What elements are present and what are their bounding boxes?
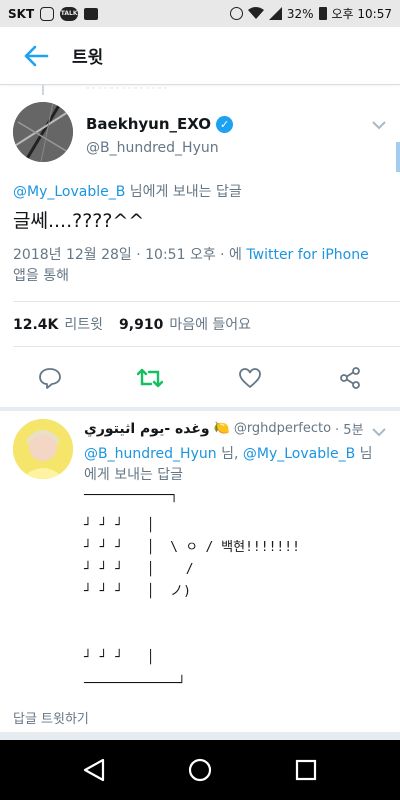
page-title: 트윗 <box>72 48 104 68</box>
reply-user-handle[interactable]: @rghdperfecto <box>234 421 331 436</box>
back-button[interactable] <box>0 27 72 85</box>
ascii-line: ┘ ┘ ┘ │ <box>84 518 155 533</box>
tweet-date: 2018년 12월 28일 · 10:51 오후 · 에 <box>13 247 247 263</box>
circle-home-icon <box>188 758 212 782</box>
nav-home-button[interactable] <box>186 756 214 784</box>
user-handle[interactable]: @B_hundred_Hyun <box>86 140 219 156</box>
battery-icon <box>318 7 327 20</box>
reply-user-name[interactable]: وغده -يوم اثيتوري <box>84 421 210 437</box>
reply-to-link-1[interactable]: @B_hundred_Hyun <box>84 446 217 462</box>
kakaotalk-icon: TALK <box>60 6 79 21</box>
status-bar: SKT TALK 32% 오후 10:57 <box>0 0 400 27</box>
user-name[interactable]: Baekhyun_EXO ✓ <box>86 115 234 133</box>
chevron-down-icon <box>372 121 386 130</box>
reply-to-sep: 님, <box>216 446 243 462</box>
reply-to-tweet-link[interactable]: 답글 트윗하기 <box>13 708 89 727</box>
battery-percent: 32% <box>286 6 314 21</box>
retweet-count[interactable]: 12.4K <box>13 317 58 333</box>
ascii-line: ───────────┐ <box>84 488 178 503</box>
retweet-button[interactable] <box>132 360 168 396</box>
divider <box>13 301 400 302</box>
ascii-line: ────────────┘ <box>84 676 186 691</box>
tweet-text: 글쎄....????^^ <box>13 210 145 232</box>
wifi-icon <box>247 7 264 19</box>
like-label[interactable]: 마음에 들어요 <box>169 314 251 334</box>
chevron-down-icon <box>372 428 386 437</box>
reply-button[interactable] <box>32 360 68 396</box>
section-separator <box>0 407 400 411</box>
avatar[interactable] <box>13 102 73 162</box>
section-separator <box>0 732 400 740</box>
system-nav-bar <box>0 740 400 800</box>
thread-connector <box>42 85 170 95</box>
verified-icon: ✓ <box>216 115 234 133</box>
share-button[interactable] <box>332 360 368 396</box>
like-count[interactable]: 9,910 <box>119 317 163 333</box>
reply-header: وغده -يوم اثيتوري 🍋 @rghdperfecto · 5분 <box>84 419 364 439</box>
more-options-button[interactable] <box>372 115 386 134</box>
triangle-back-icon <box>83 758 105 782</box>
reply-icon <box>39 368 61 389</box>
reply-avatar[interactable] <box>13 419 73 479</box>
gallery-icon <box>84 7 99 20</box>
ascii-line: ┘ ┘ ┘ │ \ ㅇ / 백현!!!!!!! <box>84 540 300 555</box>
share-icon <box>340 367 360 389</box>
ascii-line: ┘ ┘ ┘ │ / <box>84 562 194 577</box>
reply-recipients: @B_hundred_Hyun 님, @My_Lovable_B 님에게 보내는… <box>84 444 384 486</box>
reply-to-link-2[interactable]: @My_Lovable_B <box>243 446 355 462</box>
instagram-icon <box>40 6 55 21</box>
app-header: 트윗 <box>0 27 400 85</box>
clock: 오후 10:57 <box>331 7 392 21</box>
reply-to-suffix: 님에게 보내는 답글 <box>125 184 242 200</box>
arrow-left-icon <box>24 45 49 66</box>
reply-to-link[interactable]: @My_Lovable_B <box>13 184 125 200</box>
nav-back-button[interactable] <box>80 756 108 784</box>
reply-more-options-button[interactable] <box>372 422 386 441</box>
retweet-label[interactable]: 리트윗 <box>64 314 103 334</box>
avatar-image <box>13 102 73 162</box>
source-suffix: 앱을 통해 <box>13 268 69 284</box>
tweet-stats: 12.4K 리트윗 9,910 마음에 들어요 <box>13 314 251 334</box>
carrier-label: SKT <box>8 6 35 21</box>
like-button[interactable] <box>232 360 268 396</box>
square-recents-icon <box>295 759 317 781</box>
ascii-line: ┘ ┘ ┘ │ ノ) <box>84 584 191 599</box>
tweet-meta: 2018년 12월 28일 · 10:51 오후 · 에 Twitter for… <box>13 245 385 287</box>
tweet-actions <box>0 360 400 396</box>
reply-time: · 5분 <box>335 423 364 438</box>
source-link[interactable]: Twitter for iPhone <box>246 247 368 263</box>
display-name[interactable]: Baekhyun_EXO <box>86 115 211 133</box>
ascii-line: ┘ ┘ ┘ │ <box>84 650 155 665</box>
retweet-icon <box>137 368 163 388</box>
alarm-icon <box>229 7 243 20</box>
divider <box>13 346 400 347</box>
signal-icon <box>268 7 282 20</box>
heart-icon <box>239 368 261 388</box>
nav-recents-button[interactable] <box>292 756 320 784</box>
reply-context: @My_Lovable_B 님에게 보내는 답글 <box>13 181 242 201</box>
scroll-indicator <box>396 142 400 172</box>
reply-avatar-image <box>13 419 73 479</box>
lemon-emoji: 🍋 <box>213 421 230 436</box>
